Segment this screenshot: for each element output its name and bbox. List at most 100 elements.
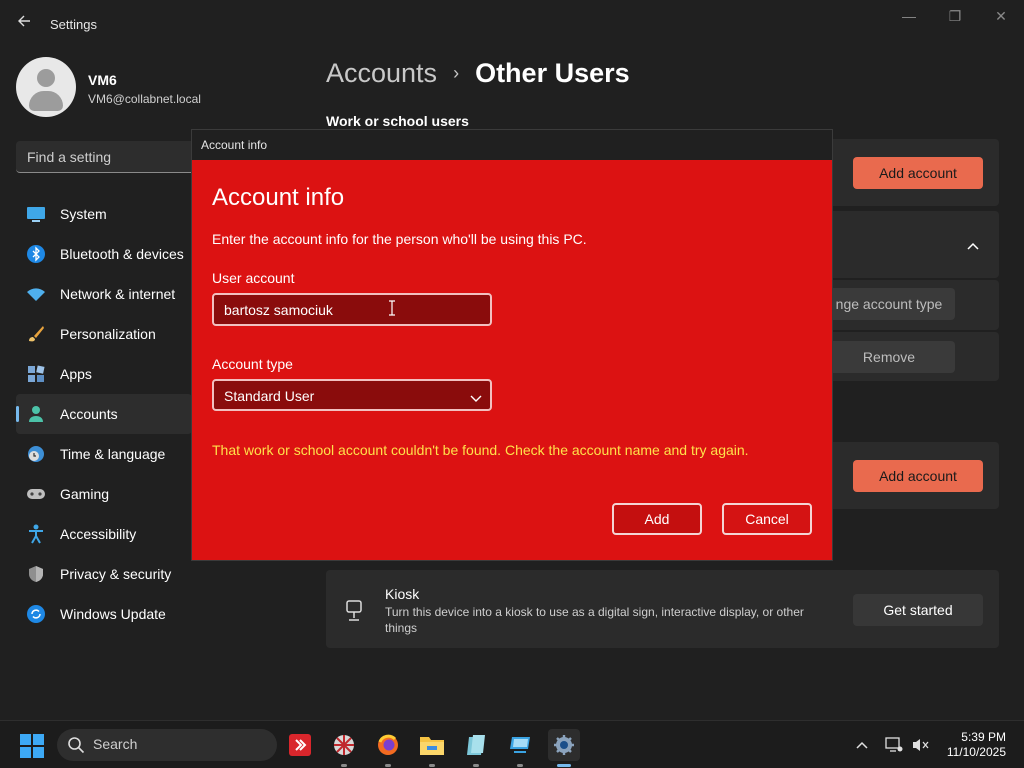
monitor-icon	[26, 204, 46, 224]
sidebar-item-label: Accessibility	[60, 526, 137, 542]
remove-button[interactable]: Remove	[823, 341, 955, 373]
folder-icon	[420, 737, 444, 755]
back-button[interactable]	[14, 14, 34, 34]
breadcrumb: Accounts › Other Users	[326, 58, 630, 89]
clock-time: 5:39 PM	[961, 730, 1006, 744]
person-icon	[26, 404, 46, 424]
taskbar-app-remote-desktop[interactable]	[504, 729, 536, 767]
sidebar-item-bluetooth[interactable]: Bluetooth & devices	[16, 234, 192, 274]
taskbar-app-notepad[interactable]	[460, 729, 492, 767]
firefox-icon	[378, 734, 398, 755]
taskbar-app-network-tool[interactable]	[328, 729, 360, 767]
sidebar-item-personalization[interactable]: Personalization	[16, 314, 192, 354]
sidebar-item-label: Personalization	[60, 326, 156, 342]
text-cursor-icon	[388, 300, 396, 316]
sidebar-item-privacy[interactable]: Privacy & security	[16, 554, 192, 594]
accessibility-icon	[26, 524, 46, 544]
sidebar-nav: System Bluetooth & devices Network & int…	[16, 194, 192, 634]
wifi-icon	[26, 284, 46, 304]
chevron-up-icon[interactable]	[966, 238, 982, 250]
avatar-body-shape	[29, 91, 63, 111]
close-button[interactable]: ✕	[978, 8, 1024, 28]
sidebar-item-gaming[interactable]: Gaming	[16, 474, 192, 514]
show-hidden-icons-chevron-icon[interactable]	[852, 735, 872, 755]
globe-clock-icon	[26, 444, 46, 464]
sidebar-item-system[interactable]: System	[16, 194, 192, 234]
sidebar-item-label: Apps	[60, 366, 92, 382]
user-account-input[interactable]: bartosz samociuk	[212, 293, 492, 326]
windows-logo-tile	[20, 747, 31, 758]
brush-icon	[26, 324, 46, 344]
avatar-head-shape	[37, 69, 55, 87]
network-status-icon[interactable]	[884, 735, 904, 755]
account-type-value: Standard User	[224, 388, 315, 404]
remote-desktop-icon	[510, 737, 530, 753]
work-school-section-title: Work or school users	[326, 113, 469, 129]
dialog-description: Enter the account info for the person wh…	[212, 231, 587, 247]
shield-icon	[26, 564, 46, 584]
start-button[interactable]	[20, 734, 44, 758]
sidebar-item-label: Windows Update	[60, 606, 166, 622]
maximize-button[interactable]: ❐	[932, 8, 978, 28]
sidebar-item-label: System	[60, 206, 107, 222]
taskbar-app-firefox[interactable]	[372, 729, 404, 767]
profile-email: VM6@collabnet.local	[88, 92, 201, 106]
bluetooth-icon	[26, 244, 46, 264]
taskbar-app-remote[interactable]	[284, 729, 316, 761]
kiosk-title: Kiosk	[385, 586, 420, 602]
breadcrumb-separator-icon: ›	[453, 63, 460, 83]
minimize-button[interactable]: —	[886, 8, 932, 28]
windows-logo-tile	[33, 734, 44, 745]
find-setting-input[interactable]: Find a setting	[16, 141, 196, 173]
notepad-icon	[467, 735, 485, 755]
kiosk-description: Turn this device into a kiosk to use as …	[385, 605, 804, 635]
taskbar-clock[interactable]: 5:39 PM 11/10/2025	[947, 730, 1006, 760]
title-bar: Settings — ❐ ✕	[0, 0, 1024, 48]
breadcrumb-accounts-link[interactable]: Accounts	[326, 58, 437, 89]
account-type-select[interactable]: Standard User	[212, 379, 492, 411]
change-account-type-button[interactable]: nge account type	[823, 288, 955, 320]
sidebar-item-label: Privacy & security	[60, 566, 172, 582]
add-button[interactable]: Add	[612, 503, 702, 535]
kiosk-get-started-button[interactable]: Get started	[853, 594, 983, 626]
clock-date: 11/10/2025	[946, 745, 1006, 759]
sidebar-item-label: Time & language	[60, 446, 166, 462]
sidebar-item-windows-update[interactable]: Windows Update	[16, 594, 192, 634]
back-arrow-icon	[18, 15, 30, 27]
network-tool-icon	[334, 735, 354, 755]
cancel-button[interactable]: Cancel	[722, 503, 812, 535]
search-icon	[67, 736, 85, 754]
taskbar-app-file-explorer[interactable]	[416, 729, 448, 767]
avatar[interactable]	[16, 57, 76, 117]
dialog-title-bar[interactable]: Account info	[192, 130, 832, 160]
gear-icon	[554, 735, 574, 755]
gamepad-icon	[26, 484, 46, 504]
dialog-heading: Account info	[212, 184, 345, 211]
taskbar-app-settings[interactable]	[548, 729, 580, 767]
sidebar-item-time-language[interactable]: Time & language	[16, 434, 192, 474]
kiosk-icon	[345, 600, 363, 622]
speaker-muted-icon[interactable]	[910, 735, 930, 755]
remote-app-icon	[289, 734, 311, 756]
profile-name: VM6	[88, 72, 117, 88]
page-title: Other Users	[475, 58, 630, 88]
windows-logo-tile	[33, 747, 44, 758]
sidebar-item-accounts[interactable]: Accounts	[16, 394, 192, 434]
account-type-label: Account type	[212, 356, 293, 372]
sidebar-item-network[interactable]: Network & internet	[16, 274, 192, 314]
apps-icon	[26, 364, 46, 384]
add-other-user-button[interactable]: Add account	[853, 460, 983, 492]
taskbar-search-box[interactable]: Search	[57, 729, 277, 761]
dialog-bar-title: Account info	[201, 138, 268, 152]
user-account-label: User account	[212, 270, 295, 286]
taskbar: Search 5:39 PM 11/10/2025	[0, 720, 1024, 768]
sidebar-item-apps[interactable]: Apps	[16, 354, 192, 394]
chevron-down-icon	[470, 390, 482, 402]
windows-logo-tile	[20, 734, 31, 745]
update-icon	[26, 604, 46, 624]
sidebar-item-label: Bluetooth & devices	[60, 246, 184, 262]
error-message: That work or school account couldn't be …	[212, 442, 749, 458]
sidebar-item-label: Accounts	[60, 406, 118, 422]
add-work-account-button[interactable]: Add account	[853, 157, 983, 189]
sidebar-item-accessibility[interactable]: Accessibility	[16, 514, 192, 554]
